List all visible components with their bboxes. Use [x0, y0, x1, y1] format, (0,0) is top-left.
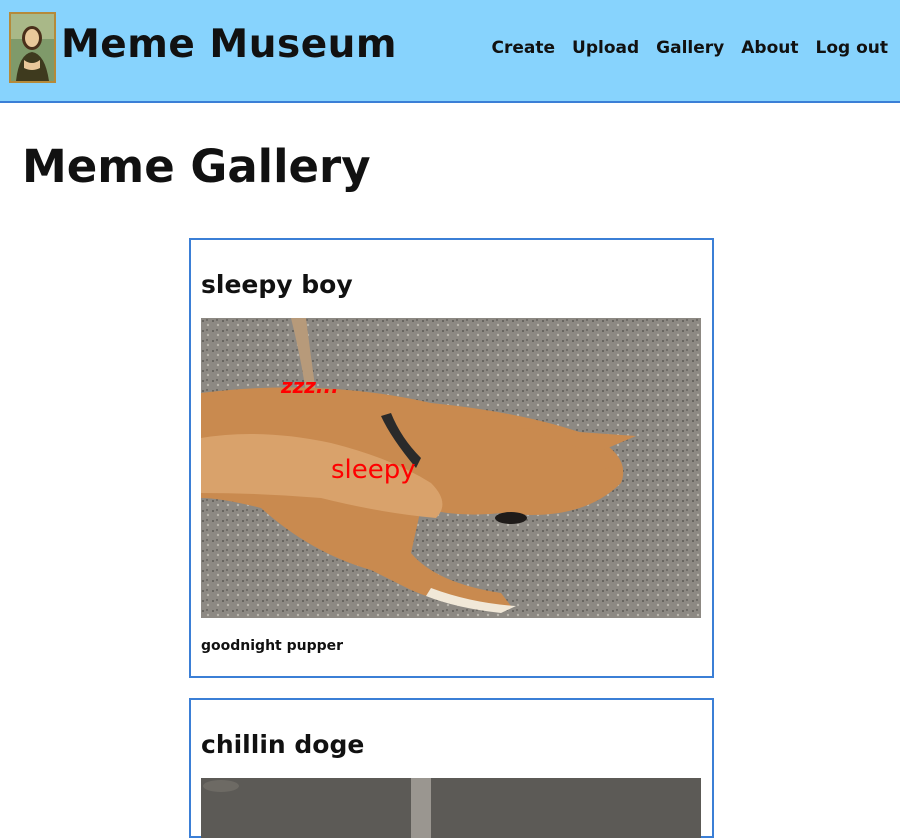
nav-about-link[interactable]: About — [741, 38, 798, 58]
meme-overlay-text: sleepy — [331, 455, 416, 485]
meme-caption: goodnight pupper — [201, 638, 344, 654]
page-title: Meme Gallery — [22, 140, 371, 193]
nav-logout-link[interactable]: Log out — [815, 38, 888, 58]
nav-create-link[interactable]: Create — [492, 38, 556, 58]
meme-title: chillin doge — [201, 730, 365, 759]
meme-overlay-text: zzz... — [280, 374, 339, 398]
mona-lisa-logo[interactable] — [9, 12, 56, 83]
meme-card: sleepy boy zzz... sleepy goodnight puppe… — [189, 238, 714, 678]
nav-upload-link[interactable]: Upload — [572, 38, 639, 58]
meme-image: zzz... sleepy — [201, 318, 701, 618]
nav-links: Create Upload Gallery About Log out — [492, 38, 888, 58]
site-title[interactable]: Meme Museum — [61, 22, 397, 67]
meme-card: chillin doge — [189, 698, 714, 838]
navbar: Meme Museum Create Upload Gallery About … — [0, 0, 900, 103]
meme-title: sleepy boy — [201, 270, 353, 299]
meme-image — [201, 778, 701, 838]
nav-gallery-link[interactable]: Gallery — [656, 38, 724, 58]
